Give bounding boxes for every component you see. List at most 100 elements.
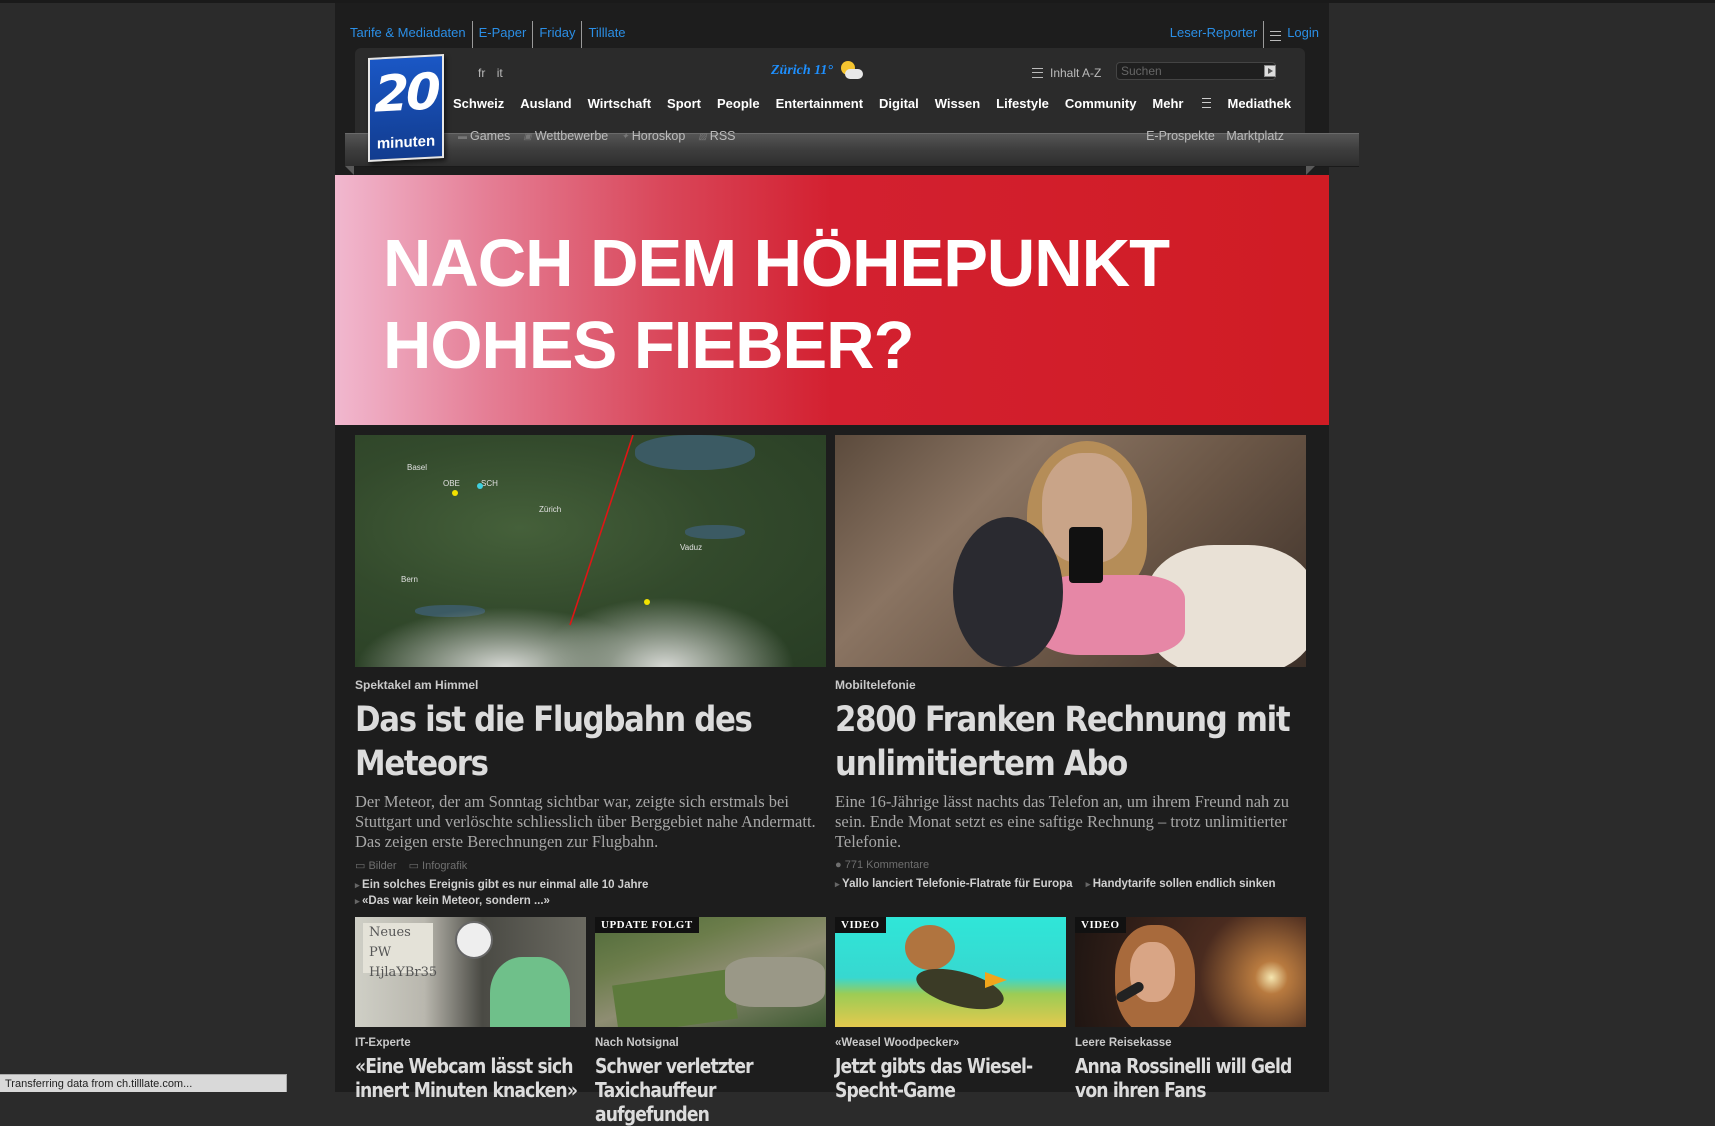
utility-link-tilllate[interactable]: Tilllate xyxy=(582,21,631,51)
subnav-games-label: Games xyxy=(470,129,511,143)
password-note: Neues PW HjlaYBr35 xyxy=(363,923,437,980)
nav-ribbon-fold-left xyxy=(345,166,354,175)
story-kicker: «Weasel Woodpecker» xyxy=(835,1037,960,1049)
map-label: OBE xyxy=(443,479,460,488)
person-shape xyxy=(490,957,570,1027)
teaser-card: VIDEO Leere Reisekasse Anna Rossinelli w… xyxy=(1075,917,1306,1102)
nav-item-community[interactable]: Community xyxy=(1065,96,1137,111)
story-teaser: Eine 16-Jährige lässt nachts das Telefon… xyxy=(835,792,1289,851)
trophy-icon: ▣ xyxy=(523,130,532,141)
rss-icon: ▧ xyxy=(698,130,707,141)
subnav-eprospekte[interactable]: E-Prospekte xyxy=(1146,129,1215,143)
infographic-link-label: Infografik xyxy=(422,860,468,872)
weather-widget[interactable]: Zürich 11° xyxy=(771,61,864,81)
webcam-image[interactable]: Neues PW HjlaYBr35 xyxy=(355,917,586,1027)
nav-item-people[interactable]: People xyxy=(717,96,760,111)
infographic-link[interactable]: ▭ Infografik xyxy=(409,859,468,872)
nav-item-sport[interactable]: Sport xyxy=(667,96,701,111)
related-link[interactable]: Yallo lanciert Telefonie-Flatrate für Eu… xyxy=(835,878,1073,890)
subnav-rss-label: RSS xyxy=(709,129,736,143)
nav-item-wirtschaft[interactable]: Wirtschaft xyxy=(588,96,651,111)
lead-story: Basel OBE SCH Zürich Vaduz Bern Spektake… xyxy=(355,435,826,909)
teaser-card: UPDATE FOLGT Nach Notsignal Schwer verle… xyxy=(595,917,826,1126)
map-pin-icon xyxy=(644,599,650,605)
partly-cloudy-icon xyxy=(839,61,864,81)
search-input[interactable] xyxy=(1116,62,1276,80)
girl-with-phone-image[interactable] xyxy=(835,435,1306,667)
nav-item-mehr[interactable]: Mehr xyxy=(1152,96,1212,111)
site-logo[interactable]: 20 minuten xyxy=(368,54,444,162)
subnav-wettbewerbe[interactable]: ▣ Wettbewerbe xyxy=(523,129,608,143)
divider xyxy=(1263,21,1265,51)
subnav-games[interactable]: ▬ Games xyxy=(458,129,510,143)
related-links: Ein solches Ereignis gibt es nur einmal … xyxy=(355,877,826,909)
language-it[interactable]: it xyxy=(497,66,503,80)
content-az-label: Inhalt A-Z xyxy=(1050,66,1102,80)
aerial-photo-image[interactable]: UPDATE FOLGT xyxy=(595,917,826,1027)
utility-link-friday[interactable]: Friday xyxy=(533,21,581,51)
map-pin-icon xyxy=(452,490,458,496)
logo-number: 20 xyxy=(374,62,438,124)
utility-link-epaper[interactable]: E-Paper xyxy=(473,21,533,51)
subnav-horoskop[interactable]: ✦ Horoskop xyxy=(621,129,685,143)
meteor-map-image[interactable]: Basel OBE SCH Zürich Vaduz Bern xyxy=(355,435,826,667)
weather-city-temp: Zürich 11° xyxy=(771,63,834,78)
story-teaser: Der Meteor, der am Sonntag sichtbar war,… xyxy=(355,792,816,851)
gallery-link[interactable]: ▭ Bilder xyxy=(355,859,397,872)
sub-navigation: ▬ Games ▣ Wettbewerbe ✦ Horoskop ▧ RSS xyxy=(458,129,749,143)
story-headline[interactable]: Anna Rossinelli will Geld von ihren Fans xyxy=(1075,1054,1307,1102)
search-submit-icon[interactable] xyxy=(1264,65,1276,77)
nav-item-digital[interactable]: Digital xyxy=(879,96,919,111)
story-headline[interactable]: Schwer verletzter Taxichauffeur aufgefun… xyxy=(595,1054,827,1126)
comments-link[interactable]: ● 771 Kommentare xyxy=(835,859,929,871)
main-navigation: Schweiz Ausland Wirtschaft Sport People … xyxy=(453,96,1307,111)
leser-reporter-link[interactable]: Leser-Reporter xyxy=(1164,21,1263,51)
gamepad-icon: ▬ xyxy=(458,131,467,141)
weasel-shape xyxy=(905,925,955,970)
nav-item-entertainment[interactable]: Entertainment xyxy=(776,96,863,111)
nav-ribbon-fold-right xyxy=(1306,166,1315,175)
subnav-marktplatz[interactable]: Marktplatz xyxy=(1226,129,1284,143)
related-link[interactable]: «Das war kein Meteor, sondern ...» xyxy=(355,895,550,907)
teaser-card: VIDEO «Weasel Woodpecker» Jetzt gibts da… xyxy=(835,917,1066,1102)
beak-shape xyxy=(985,972,1007,988)
story-headline[interactable]: «Eine Webcam lässt sich innert Minuten k… xyxy=(355,1054,587,1102)
map-label: Basel xyxy=(407,463,428,472)
story-kicker: Mobiltelefonie xyxy=(835,678,916,692)
nav-item-ausland[interactable]: Ausland xyxy=(520,96,571,111)
story-kicker: IT-Experte xyxy=(355,1037,411,1049)
related-link[interactable]: Handytarife sollen endlich sinken xyxy=(1086,878,1276,890)
nav-item-lifestyle[interactable]: Lifestyle xyxy=(996,96,1049,111)
language-fr[interactable]: fr xyxy=(478,66,485,80)
gallery-link-label: Bilder xyxy=(368,860,397,872)
story-headline[interactable]: Das ist die Flugbahn des Meteors xyxy=(355,698,830,786)
map-label: Vaduz xyxy=(680,543,703,552)
login-link[interactable]: Login xyxy=(1284,21,1325,51)
woodpecker-shape xyxy=(912,960,1008,1018)
ad-banner[interactable]: NACH DEM HÖHEPUNKT HOHES FIEBER? xyxy=(335,175,1329,425)
story-kicker: Nach Notsignal xyxy=(595,1037,679,1049)
related-link[interactable]: Ein solches Ereignis gibt es nur einmal … xyxy=(355,879,648,891)
menu-icon xyxy=(1270,31,1282,41)
phone-shape xyxy=(1069,527,1103,583)
map-label: SCH xyxy=(481,479,498,488)
map-label: Bern xyxy=(401,575,418,584)
nav-item-wissen[interactable]: Wissen xyxy=(935,96,980,111)
browser-status-bar: Transferring data from ch.tilllate.com..… xyxy=(0,1074,287,1092)
lead-story: Mobiltelefonie 2800 Franken Rechnung mit… xyxy=(835,435,1306,892)
menu-icon xyxy=(1202,98,1212,108)
knee-shape xyxy=(953,517,1063,667)
singer-image[interactable]: VIDEO xyxy=(1075,917,1306,1027)
nav-item-schweiz[interactable]: Schweiz xyxy=(453,96,504,111)
weasel-woodpecker-image[interactable]: VIDEO xyxy=(835,917,1066,1027)
nav-item-mediathek[interactable]: Mediathek xyxy=(1227,96,1291,111)
subnav-rss[interactable]: ▧ RSS xyxy=(698,129,735,143)
story-headline[interactable]: Jetzt gibts das Wiesel-Specht-Game xyxy=(835,1054,1067,1102)
update-badge: UPDATE FOLGT xyxy=(595,917,699,933)
story-kicker: Spektakel am Himmel xyxy=(355,678,479,692)
banner-headline: NACH DEM HÖHEPUNKT HOHES FIEBER? xyxy=(383,223,1170,387)
story-headline[interactable]: 2800 Franken Rechnung mit unlimitiertem … xyxy=(835,698,1310,786)
utility-link-tarife[interactable]: Tarife & Mediadaten xyxy=(344,21,472,51)
banner-line-2: HOHES FIEBER? xyxy=(383,308,915,383)
content-az[interactable]: Inhalt A-Z xyxy=(1032,66,1101,80)
